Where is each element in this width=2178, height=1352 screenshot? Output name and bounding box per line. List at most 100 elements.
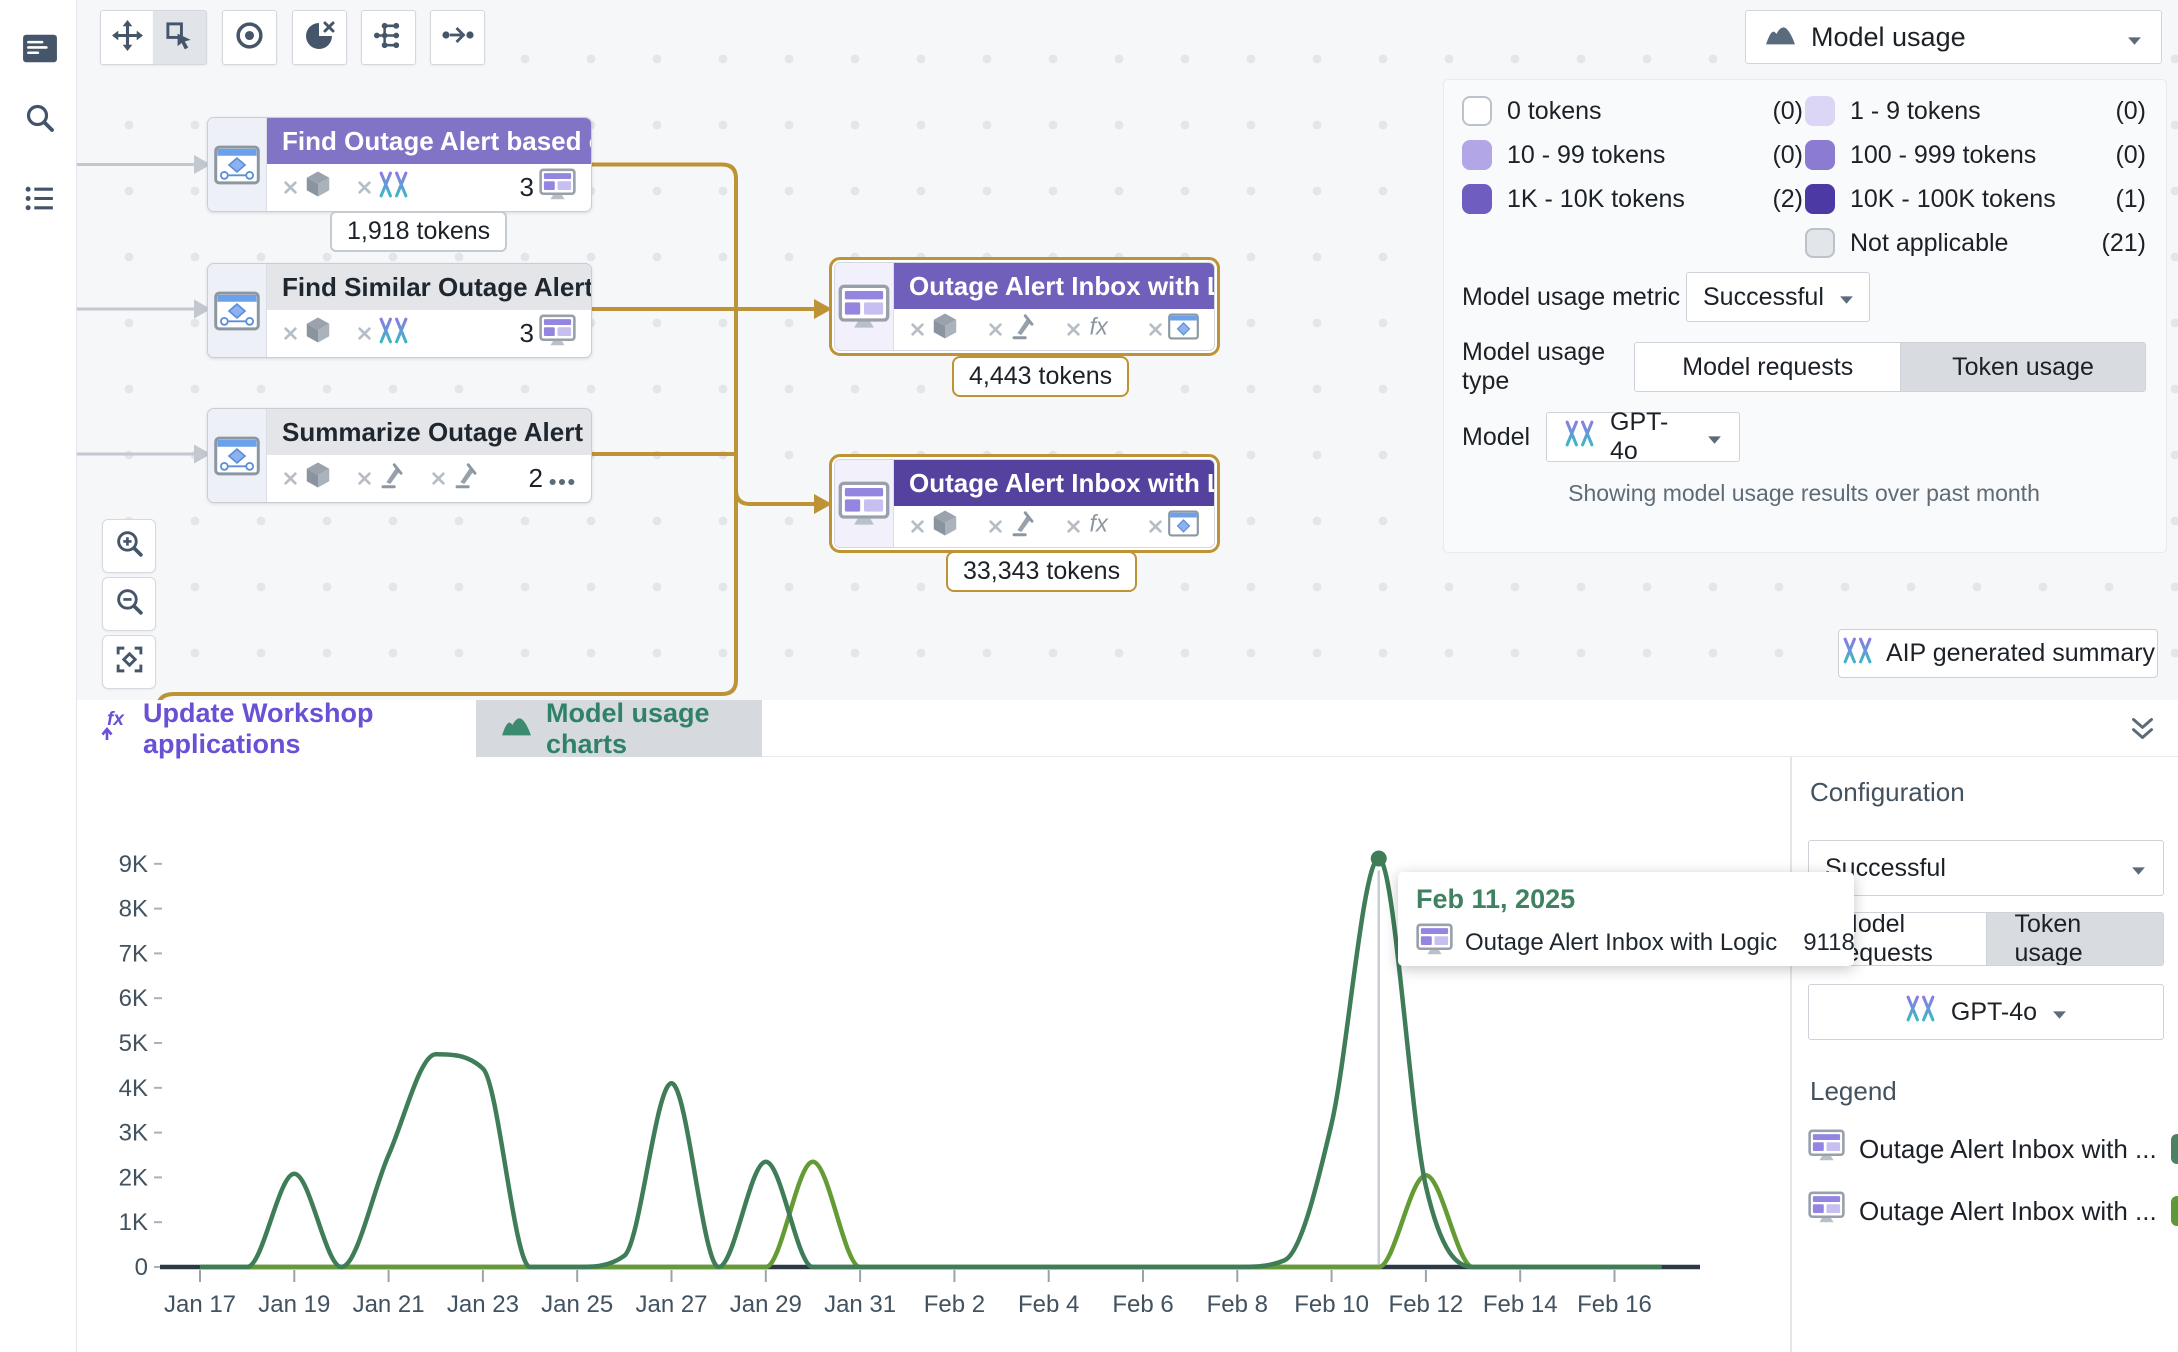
- bucket-swatch: [1462, 140, 1492, 170]
- edit-pen-icon[interactable]: [1008, 510, 1038, 544]
- tooltip-series: Outage Alert Inbox with Logic: [1465, 929, 1777, 957]
- bucket-swatch: [1805, 184, 1835, 214]
- edit-pen-icon[interactable]: [377, 462, 407, 496]
- more-icon[interactable]: [548, 463, 576, 494]
- object-cube-icon[interactable]: [930, 508, 960, 545]
- remove-icon[interactable]: [282, 318, 299, 349]
- metric-select[interactable]: Successful: [1686, 272, 1870, 322]
- model-icon[interactable]: [377, 316, 410, 352]
- connect-arrow-icon: [441, 23, 475, 52]
- remove-icon[interactable]: [1065, 511, 1082, 542]
- node-outage-inbox-2[interactable]: Outage Alert Inbox with Lo... fx: [829, 454, 1220, 553]
- aip-generated-summary-button[interactable]: AIP generated summary: [1838, 629, 2158, 678]
- tooltip-value: 9118: [1803, 929, 1855, 957]
- view-mode-dropdown[interactable]: Model usage: [1745, 10, 2162, 64]
- svg-text:9K: 9K: [119, 851, 148, 878]
- zoom-in-button[interactable]: [102, 519, 156, 573]
- chart-usage-type-segmented: Model requests Token usage: [1808, 912, 2164, 966]
- model-select[interactable]: GPT-4o: [1546, 412, 1740, 462]
- legend-bucket-0-tokens[interactable]: 0 tokens (0): [1462, 96, 1803, 126]
- fx-up-icon: fx: [100, 707, 130, 750]
- remove-icon[interactable]: [430, 463, 447, 494]
- pie-clear-tool-button[interactable]: [292, 10, 347, 65]
- remove-icon[interactable]: [1147, 511, 1164, 542]
- select-tool-button[interactable]: [153, 10, 207, 65]
- target-tool-button[interactable]: [222, 10, 277, 65]
- svg-text:Jan 21: Jan 21: [353, 1291, 425, 1318]
- app-count: 2: [529, 463, 543, 494]
- collapse-panel-button[interactable]: [2129, 716, 2156, 746]
- series-color-swatch: [2171, 1134, 2178, 1164]
- workshop-monitor-icon: [539, 168, 576, 208]
- remove-icon[interactable]: [282, 463, 299, 494]
- aip-model-icon: [1841, 636, 1874, 672]
- svg-text:Jan 19: Jan 19: [258, 1291, 330, 1318]
- workshop-monitor-icon: [1808, 1191, 1845, 1231]
- remove-icon[interactable]: [356, 172, 373, 203]
- target-icon: [233, 19, 266, 57]
- zoom-out-button[interactable]: [102, 577, 156, 631]
- chevron-down-icon: [2126, 22, 2143, 53]
- legend-bucket-10k-100k-tokens[interactable]: 10K - 100K tokens (1): [1805, 184, 2146, 214]
- logic-window-icon[interactable]: [1168, 510, 1199, 544]
- remove-icon[interactable]: [356, 463, 373, 494]
- token-badge: 4,443 tokens: [952, 356, 1129, 397]
- legend-bucket-1-9-tokens[interactable]: 1 - 9 tokens (0): [1805, 96, 2146, 126]
- object-cube-icon[interactable]: [303, 315, 333, 352]
- function-fx-icon[interactable]: fx: [1086, 510, 1120, 544]
- model-requests-button[interactable]: Model requests: [1635, 343, 1900, 391]
- node-find-similar-alerts[interactable]: Find Similar Outage Alerts 3: [207, 263, 592, 358]
- chart-legend-item[interactable]: Outage Alert Inbox with ...: [1808, 1129, 2162, 1169]
- svg-text:Feb 14: Feb 14: [1483, 1291, 1558, 1318]
- fit-to-screen-button[interactable]: [102, 635, 156, 689]
- svg-text:fx: fx: [107, 709, 125, 730]
- legend-bucket-10-99-tokens[interactable]: 10 - 99 tokens (0): [1462, 140, 1803, 170]
- remove-icon[interactable]: [909, 511, 926, 542]
- panel-card-icon[interactable]: [22, 30, 58, 66]
- edit-pen-icon[interactable]: [1008, 313, 1038, 347]
- node-find-outage-alert[interactable]: Find Outage Alert based o... 3: [207, 117, 592, 212]
- svg-text:Feb 12: Feb 12: [1389, 1291, 1464, 1318]
- bucket-swatch: [1462, 184, 1492, 214]
- node-summarize-alert[interactable]: Summarize Outage Alert In... 2: [207, 408, 592, 503]
- remove-icon[interactable]: [909, 314, 926, 345]
- tab-update-workshop-applications[interactable]: fx Update Workshop applications: [76, 700, 476, 757]
- bottom-panel: fx Update Workshop applications Model us…: [76, 700, 2178, 1352]
- hierarchy-layout-button[interactable]: [361, 10, 416, 65]
- list-icon[interactable]: [22, 180, 58, 216]
- remove-icon[interactable]: [282, 172, 299, 203]
- search-icon[interactable]: [22, 100, 58, 136]
- chart-model-select[interactable]: GPT-4o: [1808, 984, 2164, 1040]
- remove-icon[interactable]: [987, 511, 1004, 542]
- bucket-count: (2): [1772, 185, 1803, 214]
- type-label: Model usage type: [1462, 338, 1634, 396]
- legend-bucket-100-999-tokens[interactable]: 100 - 999 tokens (0): [1805, 140, 2146, 170]
- legend-bucket-not-applicable[interactable]: Not applicable (21): [1805, 228, 2146, 258]
- model-icon[interactable]: [377, 170, 410, 206]
- svg-text:7K: 7K: [119, 940, 148, 967]
- area-chart-icon: [500, 712, 533, 745]
- object-cube-icon[interactable]: [303, 460, 333, 497]
- pan-tool-button[interactable]: [100, 10, 155, 65]
- tab-model-usage-charts[interactable]: Model usage charts: [476, 700, 762, 757]
- usage-line-chart[interactable]: 01K2K3K4K5K6K7K8K9KJan 17Jan 19Jan 21Jan…: [76, 757, 1790, 1352]
- edit-pen-icon[interactable]: [451, 462, 481, 496]
- node-outage-inbox-1[interactable]: Outage Alert Inbox with Lo... fx: [829, 257, 1220, 356]
- remove-icon[interactable]: [987, 314, 1004, 345]
- object-cube-icon[interactable]: [303, 169, 333, 206]
- chart-token-usage-button[interactable]: Token usage: [1986, 913, 2164, 965]
- connect-tool-button[interactable]: [430, 10, 485, 65]
- function-fx-icon[interactable]: fx: [1086, 313, 1120, 347]
- remove-icon[interactable]: [1147, 314, 1164, 345]
- object-cube-icon[interactable]: [930, 311, 960, 348]
- legend-bucket-1k-10k-tokens[interactable]: 1K - 10K tokens (2): [1462, 184, 1803, 214]
- bucket-swatch: [1805, 228, 1835, 258]
- svg-text:Feb 16: Feb 16: [1577, 1291, 1652, 1318]
- token-badge: 1,918 tokens: [330, 211, 507, 252]
- chart-legend-item[interactable]: Outage Alert Inbox with ...: [1808, 1191, 2162, 1231]
- logic-window-icon[interactable]: [1168, 313, 1199, 347]
- chart-metric-select[interactable]: Successful: [1808, 840, 2164, 896]
- remove-icon[interactable]: [356, 318, 373, 349]
- remove-icon[interactable]: [1065, 314, 1082, 345]
- token-usage-button[interactable]: Token usage: [1900, 343, 2145, 391]
